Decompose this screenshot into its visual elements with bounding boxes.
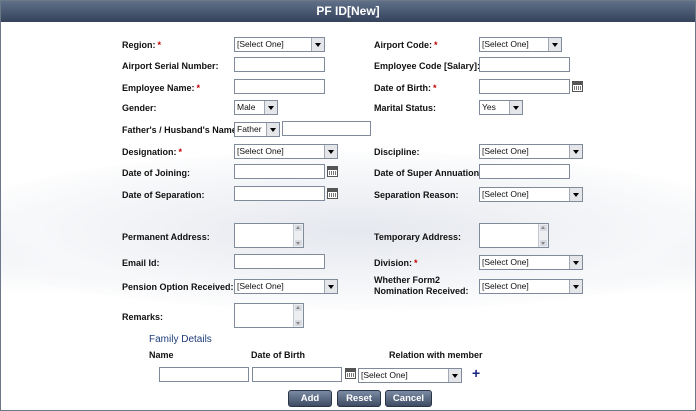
father-husband-name-input[interactable] [282, 121, 371, 136]
required-marker: * [434, 40, 438, 50]
remarks-textarea[interactable] [234, 303, 304, 328]
doj-label: Date of Joining: [122, 168, 190, 178]
scrollbar[interactable] [293, 304, 303, 327]
background-decoration [1, 151, 695, 311]
family-name-column: Name [149, 350, 174, 360]
family-relation-column: Relation with member [389, 350, 483, 360]
family-name-input[interactable] [159, 367, 249, 382]
chevron-down-icon [264, 101, 277, 114]
scroll-up-icon[interactable] [295, 305, 302, 311]
scroll-up-icon[interactable] [295, 225, 302, 231]
required-marker: * [433, 83, 437, 93]
chevron-down-icon [311, 38, 324, 51]
form2-nomination-select[interactable]: [Select One] [479, 279, 583, 294]
scroll-down-icon[interactable] [295, 240, 302, 246]
marital-status-label: Marital Status: [374, 103, 437, 113]
family-details-heading: Family Details [149, 334, 212, 345]
separation-reason-label: Separation Reason: [374, 190, 459, 200]
pf-id-form-window: PF ID[New] Region: * [Select One] Airport… [0, 0, 696, 411]
calendar-icon[interactable] [327, 166, 338, 177]
airport-serial-label: Airport Serial Number: [122, 61, 219, 71]
airport-code-select[interactable]: [Select One] [479, 37, 562, 52]
marital-status-select[interactable]: Yes [479, 100, 523, 115]
email-label: Email Id: [122, 258, 160, 268]
remarks-label: Remarks: [122, 312, 164, 322]
discipline-label: Discipline: [374, 147, 420, 157]
division-label: Division: * [374, 258, 418, 268]
family-relation-select[interactable]: [Select One] [358, 368, 462, 383]
designation-label: Designation: * [122, 147, 183, 157]
airport-code-label: Airport Code: * [374, 40, 438, 50]
chevron-down-icon [266, 123, 279, 136]
region-label: Region: * [122, 40, 162, 50]
dob-input[interactable] [479, 79, 570, 94]
chevron-down-icon [548, 38, 561, 51]
required-marker: * [178, 147, 183, 157]
chevron-down-icon [509, 101, 522, 114]
pension-option-select[interactable]: [Select One] [234, 279, 338, 294]
super-annuation-input[interactable] [479, 164, 570, 179]
chevron-down-icon [324, 280, 337, 293]
separation-date-label: Date of Separation: [122, 190, 205, 200]
form2-nomination-label: Whether Form2 Nomination Received: [374, 275, 469, 296]
family-dob-input[interactable] [252, 367, 342, 382]
airport-serial-input[interactable] [234, 57, 325, 72]
chevron-down-icon [569, 256, 582, 269]
discipline-select[interactable]: [Select One] [479, 144, 583, 159]
division-select[interactable]: [Select One] [479, 255, 583, 270]
pension-option-label: Pension Option Received: [122, 282, 234, 292]
super-annuation-label: Date of Super Annuation: [374, 168, 483, 178]
relation-prefix-select[interactable]: Father [234, 122, 280, 137]
calendar-icon[interactable] [572, 81, 583, 92]
gender-label: Gender: [122, 103, 157, 113]
scroll-down-icon[interactable] [295, 320, 302, 326]
scrollbar[interactable] [538, 224, 548, 247]
father-husband-label: Father's / Husband's Name:* [122, 125, 245, 135]
temporary-address-textarea[interactable] [479, 223, 549, 248]
add-family-member-icon[interactable]: + [472, 366, 480, 380]
employee-code-input[interactable] [479, 57, 570, 72]
gender-select[interactable]: Male [234, 100, 278, 115]
window-title: PF ID[New] [1, 1, 695, 22]
email-input[interactable] [234, 254, 325, 269]
scrollbar[interactable] [293, 224, 303, 247]
permanent-address-label: Permanent Address: [122, 232, 210, 242]
reset-button[interactable]: Reset [337, 390, 381, 407]
family-dob-column: Date of Birth [251, 350, 305, 360]
chevron-down-icon [569, 280, 582, 293]
dob-label: Date of Birth: * [374, 83, 437, 93]
temporary-address-label: Temporary Address: [374, 232, 462, 242]
employee-name-input[interactable] [234, 79, 325, 94]
calendar-icon[interactable] [327, 188, 338, 199]
scroll-down-icon[interactable] [540, 240, 547, 246]
region-select[interactable]: [Select One] [234, 37, 325, 52]
add-button[interactable]: Add [288, 390, 332, 407]
separation-date-input[interactable] [234, 186, 325, 201]
chevron-down-icon [569, 188, 582, 201]
required-marker: * [157, 40, 162, 50]
designation-select[interactable]: [Select One] [234, 144, 338, 159]
chevron-down-icon [324, 145, 337, 158]
employee-code-label: Employee Code [Salary]: [374, 61, 481, 71]
employee-name-label: Employee Name: * [122, 83, 201, 93]
chevron-down-icon [448, 369, 461, 382]
calendar-icon[interactable] [345, 368, 356, 379]
required-marker: * [196, 83, 201, 93]
required-marker: * [414, 258, 418, 268]
cancel-button[interactable]: Cancel [385, 390, 432, 407]
doj-input[interactable] [234, 164, 325, 179]
permanent-address-textarea[interactable] [234, 223, 304, 248]
scroll-up-icon[interactable] [540, 225, 547, 231]
separation-reason-select[interactable]: [Select One] [479, 187, 583, 202]
chevron-down-icon [569, 145, 582, 158]
